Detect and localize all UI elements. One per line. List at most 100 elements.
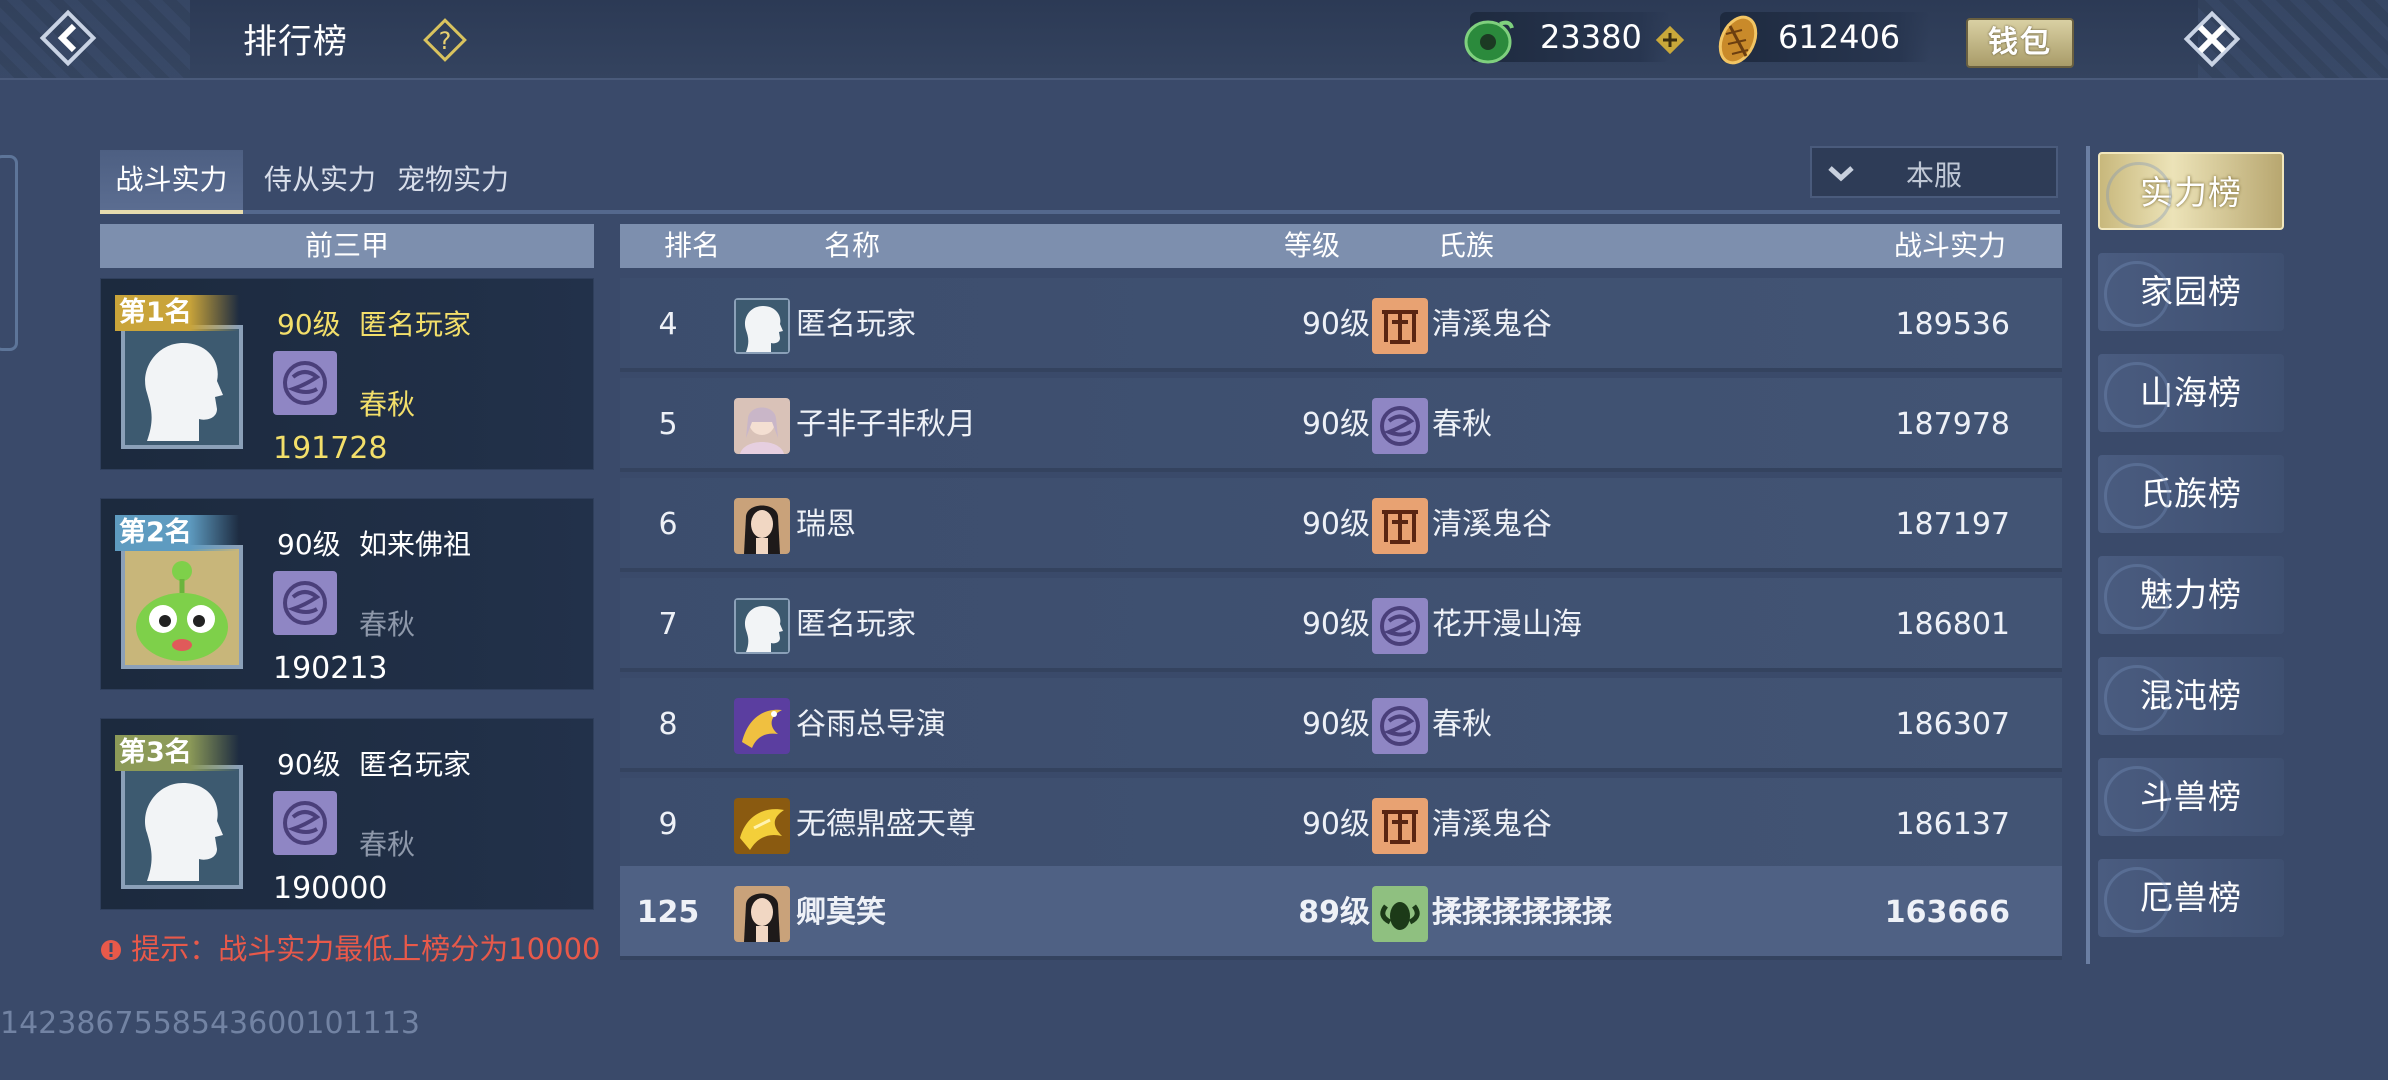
row-power: 187197 xyxy=(1895,507,2010,542)
avatar xyxy=(121,325,243,449)
min-score-tip-text: 提示：战斗实力最低上榜分为10000 xyxy=(131,932,601,966)
row-clan: 春秋 xyxy=(1432,407,1492,442)
clan-swirl-icon xyxy=(273,571,337,635)
back-button[interactable] xyxy=(36,6,100,70)
top-three-card-3[interactable]: 第3名 90级 匿名玩家 春秋 190000 xyxy=(100,718,594,910)
row-power: 186137 xyxy=(1895,807,2010,842)
player-avatar-icon xyxy=(734,298,790,354)
col-level-header: 等级 xyxy=(1284,229,1341,262)
row-power: 163666 xyxy=(1884,895,2010,930)
server-dropdown-value: 本服 xyxy=(1906,159,1963,192)
row-power: 186307 xyxy=(1895,707,2010,742)
player-name: 如来佛祖 xyxy=(359,528,472,561)
clan-emblem-icon xyxy=(1372,298,1428,354)
player-name: 匿名玩家 xyxy=(359,748,472,781)
help-button[interactable]: ? xyxy=(421,16,469,64)
add-jade-button[interactable] xyxy=(1654,24,1686,60)
player-clan: 春秋 xyxy=(359,828,416,861)
table-row[interactable]: 7 匿名玩家 90级 花开漫山海 186801 xyxy=(620,578,2062,672)
player-avatar-icon xyxy=(734,886,790,942)
row-player-name: 瑞恩 xyxy=(796,507,856,542)
clan-emblem-icon xyxy=(1372,498,1428,554)
min-score-tip: 提示：战斗实力最低上榜分为10000 xyxy=(100,926,600,968)
question-icon: ? xyxy=(423,18,467,62)
tab-combat-power[interactable]: 战斗实力 xyxy=(100,150,243,214)
menu-item-2[interactable]: 家园榜 xyxy=(2098,253,2284,331)
row-power: 187978 xyxy=(1895,407,2010,442)
top-three-header: 前三甲 xyxy=(100,224,594,268)
table-row[interactable]: 4 匿名玩家 90级 清溪鬼谷 189536 xyxy=(620,278,2062,372)
chevron-down-icon xyxy=(1828,166,1854,182)
row-player-name: 匿名玩家 xyxy=(796,307,916,342)
clan-emblem-icon xyxy=(1372,698,1428,754)
table-row[interactable]: 9 无德鼎盛天尊 90级 清溪鬼谷 186137 xyxy=(620,778,2062,872)
clan-emblem-icon xyxy=(1372,398,1428,454)
ranking-table-header: 排名 名称 等级 氏族 战斗实力 xyxy=(620,224,2062,268)
row-rank: 5 xyxy=(658,407,678,442)
row-power: 189536 xyxy=(1895,307,2010,342)
player-score: 191728 xyxy=(273,431,388,466)
silhouette-avatar-icon xyxy=(145,343,223,441)
col-power-header: 战斗实力 xyxy=(1894,229,2007,262)
table-row[interactable]: 8 谷雨总导演 90级 春秋 186307 xyxy=(620,678,2062,772)
row-clan: 清溪鬼谷 xyxy=(1432,807,1552,842)
menu-item-5[interactable]: 魅力榜 xyxy=(2098,556,2284,634)
top-three-card-1[interactable]: 第1名 90级 匿名玩家 春秋 191728 xyxy=(100,278,594,470)
row-clan: 花开漫山海 xyxy=(1432,607,1582,642)
row-rank: 8 xyxy=(658,707,678,742)
menu-item-3[interactable]: 山海榜 xyxy=(2098,354,2284,432)
menu-item-4[interactable]: 氏族榜 xyxy=(2098,455,2284,533)
col-clan-header: 氏族 xyxy=(1438,229,1495,262)
menu-item-1[interactable]: 实力榜 xyxy=(2098,152,2284,230)
coin-amount: 612406 xyxy=(1778,18,1901,56)
player-avatar-icon xyxy=(734,698,790,754)
row-clan: 清溪鬼谷 xyxy=(1432,507,1552,542)
row-level: 90级 xyxy=(1301,407,1370,442)
row-player-name: 匿名玩家 xyxy=(796,607,916,642)
player-avatar-icon xyxy=(734,398,790,454)
menu-item-7[interactable]: 斗兽榜 xyxy=(2098,758,2284,836)
tab-pet-power[interactable]: 宠物实力 xyxy=(388,150,518,214)
self-ranking-row[interactable]: 125 卿莫笑 89级 揉揉揉揉揉揉 163666 xyxy=(620,866,2062,960)
wallet-button[interactable]: 钱包 xyxy=(1966,18,2074,68)
player-clan: 春秋 xyxy=(359,608,416,641)
player-name: 匿名玩家 xyxy=(359,308,472,341)
server-dropdown[interactable]: 本服 xyxy=(1810,146,2058,198)
row-player-name: 卿莫笑 xyxy=(796,895,886,930)
player-score: 190213 xyxy=(273,651,388,686)
session-id-text: 1423867558543600101113 xyxy=(0,1006,420,1041)
jade-amount: 23380 xyxy=(1540,18,1642,56)
row-level: 90级 xyxy=(1301,307,1370,342)
top-three-card-2[interactable]: 第2名 90级 如来佛祖 春秋 190213 xyxy=(100,498,594,690)
player-level: 90级 xyxy=(277,308,341,341)
col-name-header: 名称 xyxy=(824,229,881,262)
row-player-name: 无德鼎盛天尊 xyxy=(796,807,976,842)
row-level: 90级 xyxy=(1301,807,1370,842)
top-bar: 排行榜 ? 23380 612406 钱包 xyxy=(0,0,2388,80)
side-drawer-handle[interactable] xyxy=(0,155,18,351)
player-level: 90级 xyxy=(277,748,341,781)
avatar xyxy=(121,765,243,889)
clan-emblem-icon xyxy=(1372,598,1428,654)
player-score: 190000 xyxy=(273,871,388,906)
page-title: 排行榜 xyxy=(243,22,348,62)
clan-emblem-icon xyxy=(1372,798,1428,854)
silhouette-avatar-icon xyxy=(145,783,223,881)
menu-item-8[interactable]: 厄兽榜 xyxy=(2098,859,2284,937)
table-row[interactable]: 5 子非子非秋月 90级 春秋 187978 xyxy=(620,378,2062,472)
avatar xyxy=(121,545,243,669)
close-button[interactable] xyxy=(2176,5,2248,73)
green-frog-avatar-icon xyxy=(136,561,228,661)
menu-item-6[interactable]: 混沌榜 xyxy=(2098,657,2284,735)
back-arrow-icon xyxy=(39,9,97,67)
row-rank: 6 xyxy=(658,507,678,542)
row-clan: 春秋 xyxy=(1432,707,1492,742)
tab-attendant-power[interactable]: 侍从实力 xyxy=(255,150,385,214)
svg-text:?: ? xyxy=(439,27,452,55)
row-clan: 清溪鬼谷 xyxy=(1432,307,1552,342)
table-row[interactable]: 6 瑞恩 90级 清溪鬼谷 187197 xyxy=(620,478,2062,572)
menu-divider xyxy=(2086,146,2090,964)
player-level: 90级 xyxy=(277,528,341,561)
row-player-name: 子非子非秋月 xyxy=(796,407,976,442)
row-rank: 9 xyxy=(658,807,678,842)
